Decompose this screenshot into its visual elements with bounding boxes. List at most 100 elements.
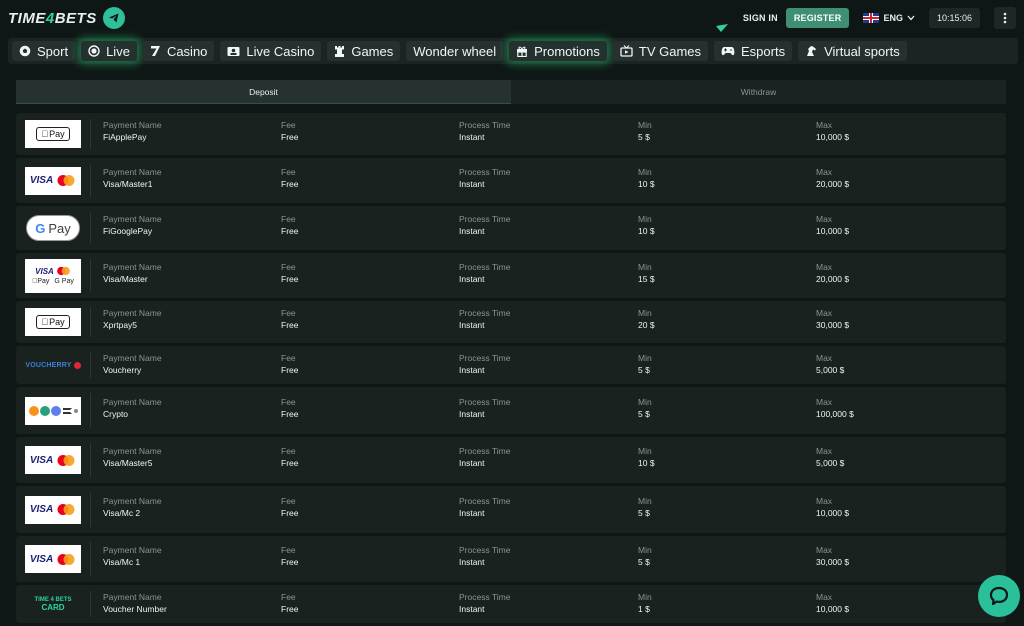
nav-item-sport[interactable]: Sport: [12, 41, 76, 61]
sparkle-icon: [716, 24, 728, 32]
cell-min: Min 1 $: [638, 591, 652, 615]
column-value: Instant: [459, 320, 485, 330]
cell-fee: Fee Free: [281, 396, 298, 420]
column-label: Payment Name: [103, 545, 162, 555]
nav-item-esports[interactable]: Esports: [714, 41, 793, 61]
kebab-icon: [1003, 12, 1007, 24]
column-label: Min: [638, 353, 652, 363]
column-value: 20,000 $: [816, 179, 850, 189]
payment-logo: VISA: [25, 495, 81, 524]
column-label: Payment Name: [103, 446, 162, 456]
kebab-menu-button[interactable]: [994, 7, 1016, 29]
cell-max: Max 20,000 $: [816, 166, 849, 190]
column-value: Instant: [459, 604, 485, 614]
apple-pay-logo: Pay: [32, 278, 49, 285]
column-label: Process Time: [459, 496, 511, 506]
column-label: Fee: [281, 214, 296, 224]
cell-time: Process Time Instant: [459, 119, 511, 143]
nav-item-games[interactable]: Games: [327, 41, 401, 61]
cell-name: Payment Name Visa/Mc 1: [103, 544, 162, 568]
tab-deposit[interactable]: Deposit: [16, 80, 511, 104]
column-value: 5,000 $: [816, 365, 845, 375]
cell-time: Process Time Instant: [459, 352, 511, 376]
cell-max: Max 10,000 $: [816, 213, 849, 237]
site-logo[interactable]: TIME4BETS: [8, 10, 97, 27]
account-area: SIGN IN REGISTER ENG 10:15:06: [743, 7, 1016, 29]
payment-method-row[interactable]: VISA Payment Name Visa/Mc 1 Fee Free Process …: [16, 536, 1006, 582]
cell-name: Payment Name Visa/Master5: [103, 445, 162, 469]
column-value: Free: [281, 604, 299, 614]
column-value: 30,000 $: [816, 557, 850, 567]
column-value: Free: [281, 409, 299, 419]
column-value: 5,000 $: [816, 458, 845, 468]
cell-time: Process Time Instant: [459, 445, 511, 469]
cell-time: Process Time Instant: [459, 166, 511, 190]
cell-max: Max 5,000 $: [816, 445, 844, 469]
nav-item-live-casino[interactable]: Live Casino: [220, 41, 322, 61]
column-value: Free: [281, 274, 299, 284]
nav-item-live[interactable]: Live: [81, 41, 137, 61]
cell-max: Max 30,000 $: [816, 307, 849, 331]
payment-method-row[interactable]: Payment Name Crypto Fee Free Process Time Ins…: [16, 387, 1006, 434]
column-label: Max: [816, 308, 833, 318]
column-label: Fee: [281, 120, 296, 130]
soccer-ball-icon: [19, 45, 31, 57]
nav-item-promotions[interactable]: Promotions: [509, 41, 607, 61]
payment-method-row[interactable]: TIME 4 BETS CARD Payment Name Voucher Numbe…: [16, 585, 1006, 623]
column-label: Min: [638, 308, 652, 318]
payment-method-row[interactable]: VISA Payment Name Visa/Master1 Fee Free Proce…: [16, 158, 1006, 203]
payment-logo: VISA: [25, 446, 81, 474]
payment-method-row[interactable]: VISA Payment Name Visa/Mc 2 Fee Free Process …: [16, 486, 1006, 533]
column-label: Process Time: [459, 120, 511, 130]
register-button[interactable]: REGISTER: [785, 8, 850, 28]
column-value: Visa/Mc 2: [103, 508, 141, 518]
cell-max: Max 10,000 $: [816, 591, 849, 615]
column-label: Min: [638, 167, 652, 177]
column-label: Payment Name: [103, 308, 162, 318]
payment-method-row[interactable]: VISA Payment Name Visa/Master5 Fee Free Proce…: [16, 437, 1006, 483]
column-value: Crypto: [103, 409, 129, 419]
tab-withdraw[interactable]: Withdraw: [511, 80, 1006, 104]
payment-method-row[interactable]: VISAPayG PayPayment NameVisa/MasterFeeF…: [16, 253, 1006, 298]
cell-min: Min 5 $: [638, 396, 652, 420]
cell-max: Max 10,000 $: [816, 119, 849, 143]
payment-logo: G Pay: [25, 214, 81, 242]
column-label: Payment Name: [103, 353, 162, 363]
payment-method-row[interactable]: G Pay Payment Name FiGooglePay Fee Free Proces…: [16, 206, 1006, 250]
column-label: Fee: [281, 446, 296, 456]
gift-icon: [517, 46, 528, 57]
column-label: Max: [816, 496, 833, 506]
nav-item-casino[interactable]: Casino: [142, 41, 215, 61]
column-value: 1 $: [638, 604, 650, 614]
column-value: Instant: [459, 365, 485, 375]
column-value: Free: [281, 179, 299, 189]
nav-item-virtual-sports[interactable]: Virtual sports: [798, 41, 907, 61]
column-label: Payment Name: [103, 120, 162, 130]
row-divider: [90, 259, 91, 292]
column-label: Process Time: [459, 308, 511, 318]
voucherry-logo: VOUCHERRY: [25, 361, 72, 369]
language-selector[interactable]: ENG: [863, 13, 915, 23]
column-label: Fee: [281, 167, 296, 177]
payment-logo: Pay: [25, 308, 81, 336]
column-label: Fee: [281, 545, 296, 555]
nav-item-wonder-wheel[interactable]: Wonder wheel: [406, 41, 504, 61]
nav-item-tv-games[interactable]: TV Games: [612, 41, 708, 61]
cherry-icon: [73, 361, 81, 369]
column-label: Payment Name: [103, 167, 162, 177]
payment-method-row[interactable]: Pay Payment Name FiApplePay Fee Free Process…: [16, 113, 1006, 155]
google-pay-logo: G Pay: [51, 278, 73, 285]
telegram-icon[interactable]: [102, 7, 125, 29]
column-label: Min: [638, 545, 652, 555]
column-value: Visa/Master5: [103, 458, 153, 468]
payment-method-row[interactable]: VOUCHERRY Payment Name Voucherry Fee Free Pro…: [16, 346, 1006, 384]
column-label: Max: [816, 592, 833, 602]
column-label: Max: [816, 545, 833, 555]
sign-in-button[interactable]: SIGN IN: [743, 13, 778, 23]
cell-min: Min 5 $: [638, 544, 652, 568]
chat-button[interactable]: [978, 575, 1020, 617]
payment-method-row[interactable]: Pay Payment Name Xprtpay5 Fee Free Process T…: [16, 301, 1006, 343]
top-bar: TIME4BETS SIGN IN REGISTER ENG 10:15:06: [0, 0, 1024, 36]
column-label: Min: [638, 262, 652, 272]
cell-fee: Fee Free: [281, 119, 298, 143]
